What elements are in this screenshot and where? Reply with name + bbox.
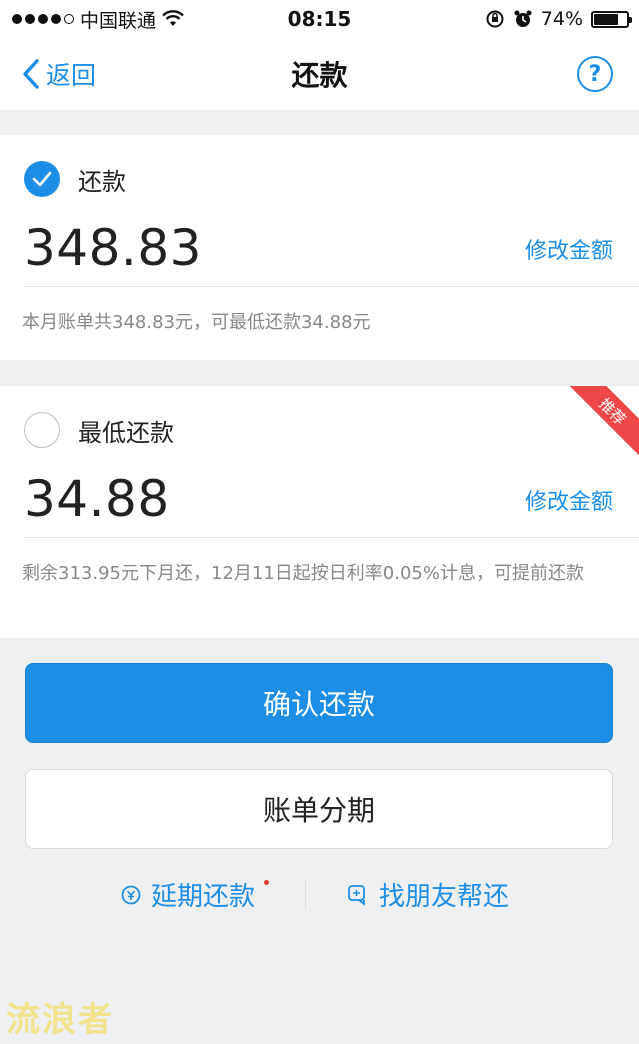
extend-repay-link[interactable]: 延期还款 — [121, 876, 270, 913]
full-payment-note: 本月账单共348.83元，可最低还款34.88元 — [22, 312, 371, 333]
friend-help-link[interactable]: 找朋友帮还 — [347, 876, 509, 913]
signal-icon — [12, 14, 74, 24]
rotation-lock-icon — [486, 10, 504, 28]
alarm-icon — [514, 10, 532, 27]
nav-bar: 返回 还款 ? — [0, 38, 639, 110]
back-label: 返回 — [46, 61, 97, 90]
bottom-links: 延期还款 找朋友帮还 — [0, 872, 639, 916]
full-payment-label: 还款 — [78, 167, 126, 196]
chat-icon — [348, 884, 365, 906]
min-payment-card: 推荐 最低还款 34.88 修改金额 剩余313.95元下月还，12月11日起按… — [0, 386, 639, 638]
status-right: 74% — [485, 8, 632, 30]
new-dot — [264, 880, 270, 885]
installment-button[interactable]: 账单分期 — [25, 769, 613, 849]
radio-icon[interactable] — [24, 412, 60, 448]
min-payment-option[interactable]: 最低还款 — [24, 412, 174, 448]
checkmark-icon[interactable] — [24, 161, 60, 197]
edit-amount-link[interactable]: 修改金额 — [525, 233, 613, 265]
full-payment-card: 还款 348.83 修改金额 本月账单共348.83元，可最低还款34.88元 — [0, 135, 639, 360]
min-payment-label: 最低还款 — [78, 418, 174, 447]
carrier-name: 中国联通 — [80, 9, 157, 32]
watermark: 流浪者 — [6, 1000, 114, 1040]
edit-amount-link[interactable]: 修改金额 — [525, 484, 613, 516]
min-payment-amount: 34.88 — [24, 470, 170, 528]
friend-help-label: 找朋友帮还 — [379, 882, 510, 912]
full-payment-option[interactable]: 还款 — [24, 161, 126, 197]
divider — [24, 286, 639, 287]
chevron-left-icon — [23, 59, 39, 89]
battery-percent: 74% — [540, 8, 583, 30]
wifi-icon — [162, 10, 184, 26]
extend-repay-label: 延期还款 — [151, 882, 256, 912]
status-left: 中国联通 — [12, 6, 184, 33]
full-payment-amount: 348.83 — [24, 219, 202, 277]
back-button[interactable]: 返回 — [20, 54, 96, 94]
battery-fill — [594, 13, 618, 25]
status-bar: 中国联通 08:15 74% — [0, 0, 639, 38]
link-separator — [305, 880, 306, 910]
help-icon[interactable]: ? — [577, 56, 613, 92]
recommend-badge: 推荐 — [561, 386, 639, 463]
yen-circle-icon — [121, 885, 141, 904]
confirm-repay-button[interactable]: 确认还款 — [25, 663, 613, 743]
min-payment-note: 剩余313.95元下月还，12月11日起按日利率0.05%计息，可提前还款 — [22, 563, 584, 584]
battery-icon — [591, 10, 632, 28]
divider — [24, 537, 639, 538]
